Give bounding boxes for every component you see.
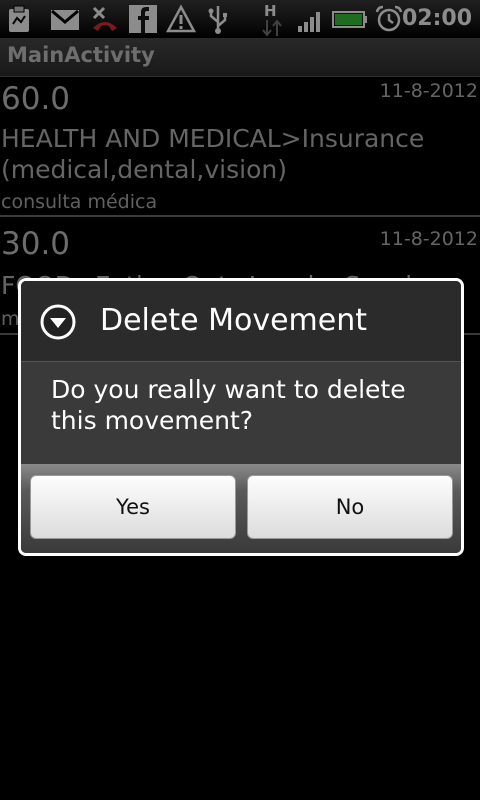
delete-movement-dialog: Delete Movement Do you really want to de…: [18, 278, 464, 556]
dialog-message: Do you really want to delete this moveme…: [51, 375, 406, 435]
dialog-header: Delete Movement: [21, 281, 461, 362]
chevron-down-circle-icon: [40, 304, 76, 340]
dialog-body: Do you really want to delete this moveme…: [21, 362, 461, 464]
dialog-title: Delete Movement: [100, 303, 368, 338]
yes-button[interactable]: Yes: [30, 475, 236, 539]
no-button[interactable]: No: [247, 475, 453, 539]
dialog-button-bar: Yes No: [21, 464, 461, 553]
